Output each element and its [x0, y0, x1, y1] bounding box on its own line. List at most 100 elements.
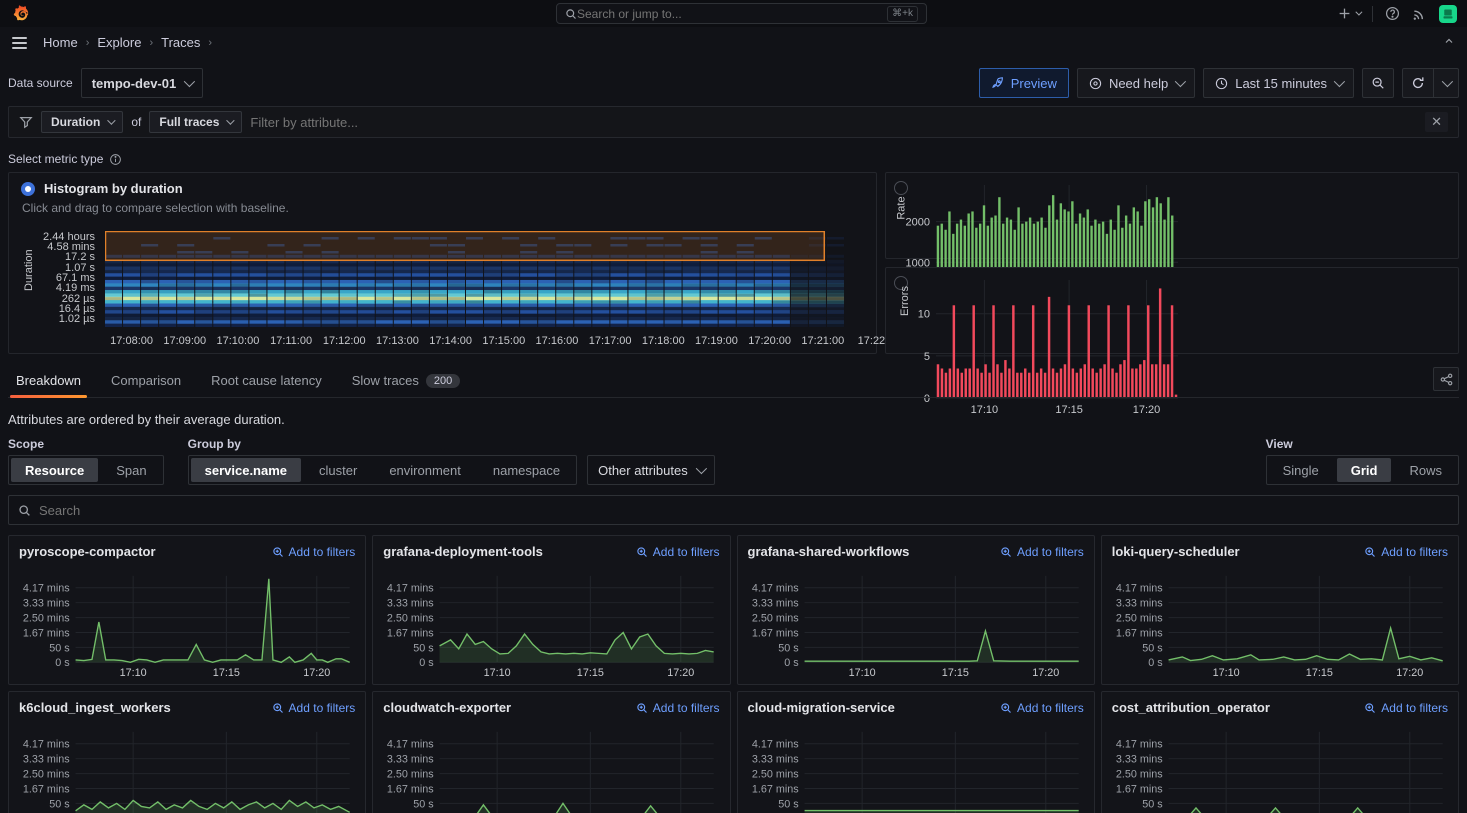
groupby-label: Group by: [188, 437, 577, 451]
scope-segmented-control: Resource Span: [8, 455, 164, 485]
breadcrumb-traces[interactable]: Traces: [161, 35, 200, 50]
svg-text:4.17 mins: 4.17 mins: [23, 583, 70, 595]
global-search-input[interactable]: [577, 7, 887, 21]
service-sparkline[interactable]: 4.17 mins3.33 mins2.50 mins1.67 mins50 s…: [13, 568, 357, 680]
service-name: grafana-shared-workflows: [748, 544, 910, 559]
heatmap-x-tick: 17:10:00: [217, 335, 260, 347]
chevron-down-icon: [696, 463, 707, 474]
share-button[interactable]: [1433, 367, 1459, 391]
add-new-button[interactable]: [1338, 7, 1360, 20]
grafana-logo[interactable]: [12, 5, 30, 23]
svg-text:4.17 mins: 4.17 mins: [387, 739, 434, 751]
svg-text:3.33 mins: 3.33 mins: [387, 598, 434, 610]
add-to-filters-button[interactable]: Add to filters: [636, 545, 720, 559]
zoom-out-button[interactable]: [1362, 68, 1394, 98]
tab-root-cause-latency[interactable]: Root cause latency: [203, 367, 330, 397]
svg-text:17:15: 17:15: [577, 667, 604, 679]
preview-button[interactable]: Preview: [979, 68, 1069, 98]
refresh-button[interactable]: [1402, 68, 1434, 98]
datasource-value: tempo-dev-01: [92, 76, 177, 91]
collapse-chevron-up-icon[interactable]: [1443, 35, 1455, 50]
svg-text:4.17 mins: 4.17 mins: [23, 739, 70, 751]
tab-slow-traces[interactable]: Slow traces 200: [344, 367, 469, 397]
need-help-button[interactable]: Need help: [1077, 68, 1195, 98]
clock-icon: [1215, 77, 1228, 90]
tab-breakdown[interactable]: Breakdown: [8, 367, 89, 397]
svg-text:17:10: 17:10: [484, 667, 511, 679]
add-to-filters-button[interactable]: Add to filters: [636, 701, 720, 715]
info-circle-icon[interactable]: [109, 153, 122, 166]
service-sparkline[interactable]: 4.17 mins3.33 mins2.50 mins1.67 mins50 s…: [377, 724, 721, 813]
add-to-filters-button[interactable]: Add to filters: [272, 545, 356, 559]
top-navigation: ⌘+k: [0, 0, 1467, 27]
preview-label: Preview: [1011, 76, 1057, 91]
scope-option-resource[interactable]: Resource: [11, 458, 98, 482]
histogram-radio-selected[interactable]: [21, 182, 35, 196]
duration-filter-pill[interactable]: Duration: [41, 111, 123, 133]
view-option-grid[interactable]: Grid: [1337, 458, 1392, 482]
svg-text:17:15: 17:15: [941, 667, 968, 679]
heatmap-x-tick: 17:18:00: [642, 335, 685, 347]
breakdown-search-input[interactable]: [39, 503, 1449, 518]
chevron-down-icon: [1334, 76, 1345, 87]
heatmap-selection-region: [106, 232, 825, 261]
service-sparkline[interactable]: 4.17 mins3.33 mins2.50 mins1.67 mins50 s…: [742, 724, 1086, 813]
search-shortcut-badge: ⌘+k: [887, 6, 918, 22]
svg-text:17:10: 17:10: [120, 667, 147, 679]
groupby-option-cluster[interactable]: cluster: [305, 458, 371, 482]
datasource-select[interactable]: tempo-dev-01: [81, 68, 204, 98]
view-option-single[interactable]: Single: [1269, 458, 1333, 482]
groupby-option-environment[interactable]: environment: [375, 458, 475, 482]
user-avatar[interactable]: [1439, 5, 1457, 23]
duration-heatmap[interactable]: [105, 231, 864, 327]
add-to-filters-button[interactable]: Add to filters: [272, 701, 356, 715]
service-name: grafana-deployment-tools: [383, 544, 543, 559]
rate-panel[interactable]: Rate 01000200017:1017:1517:20: [885, 172, 1459, 259]
add-to-filters-button[interactable]: Add to filters: [1364, 545, 1448, 559]
avatar-glyph: [1442, 8, 1454, 20]
svg-text:3.33 mins: 3.33 mins: [387, 754, 434, 766]
search-plus-icon: [1364, 702, 1376, 714]
service-sparkline[interactable]: 4.17 mins3.33 mins2.50 mins1.67 mins50 s…: [13, 724, 357, 813]
svg-text:10: 10: [918, 309, 930, 321]
other-attributes-select[interactable]: Other attributes: [587, 455, 715, 485]
search-icon: [565, 8, 577, 20]
add-to-filters-button[interactable]: Add to filters: [1000, 545, 1084, 559]
svg-text:5: 5: [924, 351, 930, 363]
errors-panel[interactable]: Errors 051017:1017:1517:20: [885, 267, 1459, 354]
view-option-rows[interactable]: Rows: [1395, 458, 1456, 482]
heatmap-x-tick: 17:12:00: [323, 335, 366, 347]
time-range-picker[interactable]: Last 15 minutes: [1203, 68, 1354, 98]
service-sparkline[interactable]: 4.17 mins3.33 mins2.50 mins1.67 mins50 s…: [1106, 724, 1450, 813]
scope-option-span[interactable]: Span: [102, 458, 160, 482]
add-to-filters-button[interactable]: Add to filters: [1364, 701, 1448, 715]
breadcrumb-home[interactable]: Home: [43, 35, 78, 50]
refresh-interval-dropdown[interactable]: [1434, 68, 1459, 98]
heatmap-x-tick: 17:11:00: [270, 335, 312, 347]
breadcrumb-explore[interactable]: Explore: [97, 35, 141, 50]
select-metric-type-label: Select metric type: [8, 152, 103, 166]
svg-text:1.67 mins: 1.67 mins: [23, 783, 70, 795]
menu-toggle-icon[interactable]: [12, 37, 27, 49]
explore-toolbar: Data source tempo-dev-01 Preview Need he…: [8, 68, 1459, 98]
filter-attribute-input[interactable]: [250, 115, 1417, 130]
full-traces-pill[interactable]: Full traces: [149, 111, 242, 133]
service-sparkline[interactable]: 4.17 mins3.33 mins2.50 mins1.67 mins50 s…: [742, 568, 1086, 680]
question-circle-icon: [1089, 77, 1102, 90]
svg-text:2.50 mins: 2.50 mins: [1116, 613, 1163, 625]
service-sparkline[interactable]: 4.17 mins3.33 mins2.50 mins1.67 mins50 s…: [1106, 568, 1450, 680]
results-tabs: Breakdown Comparison Root cause latency …: [8, 366, 1459, 398]
chevron-down-icon: [184, 76, 195, 87]
clear-filter-button[interactable]: ✕: [1425, 112, 1448, 132]
help-icon[interactable]: [1385, 6, 1400, 21]
breakdown-search[interactable]: [8, 495, 1459, 525]
groupby-option-namespace[interactable]: namespace: [479, 458, 574, 482]
groupby-option-service-name[interactable]: service.name: [191, 458, 301, 482]
service-sparkline[interactable]: 4.17 mins3.33 mins2.50 mins1.67 mins50 s…: [377, 568, 721, 680]
add-to-filters-button[interactable]: Add to filters: [1000, 701, 1084, 715]
news-rss-icon[interactable]: [1412, 6, 1427, 21]
scope-label: Scope: [8, 437, 164, 451]
search-plus-icon: [1364, 546, 1376, 558]
global-search[interactable]: ⌘+k: [556, 3, 927, 24]
tab-comparison[interactable]: Comparison: [103, 367, 189, 397]
